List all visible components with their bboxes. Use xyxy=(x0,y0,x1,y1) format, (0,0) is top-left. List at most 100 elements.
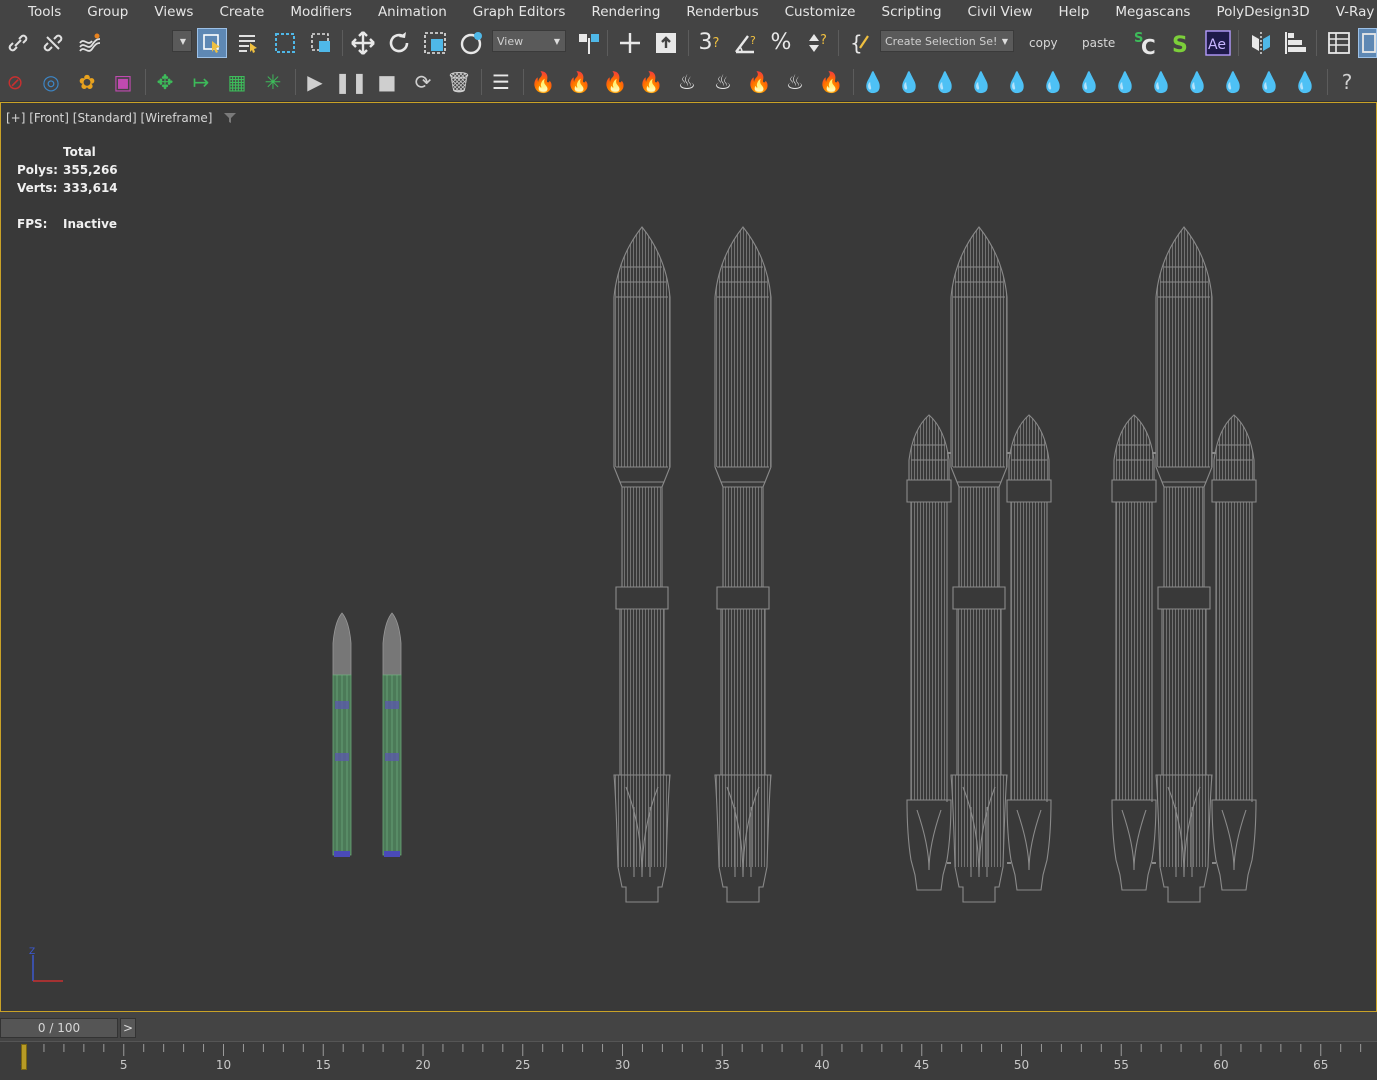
scale-icon[interactable] xyxy=(420,28,450,58)
menu-rendering[interactable]: Rendering xyxy=(578,0,673,24)
candle-preset-icon[interactable]: 🔥 xyxy=(744,67,774,97)
water-drop-icon[interactable]: ◎ xyxy=(36,67,66,97)
script-s-icon[interactable]: S xyxy=(1166,28,1196,58)
explosion-preset-icon[interactable]: 🔥 xyxy=(600,67,630,97)
checker-icon[interactable]: ▦ xyxy=(222,67,252,97)
liquid-preset-1-icon[interactable]: 💧 xyxy=(858,67,888,97)
percent-snap-icon[interactable]: % xyxy=(766,28,796,58)
liquid-preset-2-icon[interactable]: 💧 xyxy=(894,67,924,97)
fire-preset-1-icon[interactable]: 🔥 xyxy=(528,67,558,97)
trackbar-tick-label: 40 xyxy=(814,1058,829,1072)
menu-renderbus[interactable]: Renderbus xyxy=(673,0,771,24)
trackbar[interactable]: 05101520253035404550556065 xyxy=(0,1041,1377,1080)
align-icon[interactable] xyxy=(1282,28,1312,58)
current-frame-marker[interactable] xyxy=(21,1044,27,1070)
menu-scripting[interactable]: Scripting xyxy=(869,0,955,24)
reference-coordinate-dropdown[interactable]: View ▼ xyxy=(492,30,566,52)
fire-preset-2-icon[interactable]: 🔥 xyxy=(564,67,594,97)
list-icon[interactable]: ☰ xyxy=(486,67,516,97)
bind-space-warp-icon[interactable] xyxy=(75,28,105,58)
align-pivot-icon[interactable] xyxy=(651,28,681,58)
falcon9-model-2[interactable] xyxy=(714,226,772,903)
toolbar-separator xyxy=(853,69,854,95)
mirror-icon[interactable] xyxy=(1246,28,1276,58)
move-icon[interactable] xyxy=(348,28,378,58)
help-icon[interactable]: ? xyxy=(1332,67,1362,97)
next-frame-button[interactable]: > xyxy=(120,1018,136,1038)
phoenix-fire-icon[interactable]: ⊘ xyxy=(0,67,30,97)
ocean-preset-icon[interactable]: 💧 xyxy=(1218,67,1248,97)
after-effects-icon[interactable]: Ae xyxy=(1203,28,1233,58)
smoke-preset-icon[interactable]: ♨ xyxy=(672,67,702,97)
layer-icon[interactable] xyxy=(1358,28,1377,58)
window-crossing-icon[interactable] xyxy=(306,28,336,58)
menu-customize[interactable]: Customize xyxy=(772,0,869,24)
unlink-icon[interactable] xyxy=(38,28,68,58)
falcon9-model-1[interactable] xyxy=(613,226,671,903)
small-rocket-2[interactable] xyxy=(382,612,402,858)
beer-preset-icon[interactable]: 💧 xyxy=(930,67,960,97)
spinner-snap-icon[interactable]: ? xyxy=(802,28,832,58)
swirl-preset-icon[interactable]: ♨ xyxy=(780,67,810,97)
tornado-preset-icon[interactable]: ♨ xyxy=(708,67,738,97)
box-icon[interactable]: ▣ xyxy=(108,67,138,97)
trash-icon[interactable]: 🗑 xyxy=(444,67,474,97)
arrow-icon[interactable]: ↦ xyxy=(186,67,216,97)
reset-icon[interactable]: ⟳ xyxy=(408,67,438,97)
select-object-icon[interactable] xyxy=(197,28,227,58)
scripts-c-icon[interactable]: SC xyxy=(1132,28,1162,58)
link-icon[interactable] xyxy=(3,28,33,58)
paste-button[interactable]: paste xyxy=(1082,36,1115,50)
named-selection-icon[interactable]: { xyxy=(846,28,876,58)
trackbar-ruler: 05101520253035404550556065 xyxy=(20,1044,1362,1072)
menu-graph-editors[interactable]: Graph Editors xyxy=(460,0,579,24)
play-icon[interactable]: ▶ xyxy=(300,67,330,97)
particles-icon[interactable]: ✿ xyxy=(72,67,102,97)
falcon-heavy-model-1[interactable] xyxy=(906,226,1052,903)
menu-polydesign3d[interactable]: PolyDesign3D xyxy=(1203,0,1322,24)
menu-v-ray[interactable]: V-Ray xyxy=(1323,0,1377,24)
boat-wake-preset-icon[interactable]: 💧 xyxy=(1290,67,1320,97)
menu-group[interactable]: Group xyxy=(74,0,141,24)
menu-megascans[interactable]: Megascans xyxy=(1102,0,1203,24)
pause-icon[interactable]: ❚❚ xyxy=(334,67,368,97)
splash-preset-icon[interactable]: 💧 xyxy=(1038,67,1068,97)
pool-preset-icon[interactable]: 💧 xyxy=(1182,67,1212,97)
pivot-center-icon[interactable] xyxy=(574,28,604,58)
menu-create[interactable]: Create xyxy=(206,0,277,24)
selection-filter-dropdown[interactable]: ▼ xyxy=(172,30,192,52)
stop-icon[interactable]: ■ xyxy=(372,67,402,97)
fountain-preset-icon[interactable]: 💧 xyxy=(1254,67,1284,97)
blast-preset-icon[interactable]: 🔥 xyxy=(636,67,666,97)
torch-preset-icon[interactable]: 🔥 xyxy=(816,67,846,97)
whirlpool-preset-icon[interactable]: 💧 xyxy=(1110,67,1140,97)
scene-explorer-icon[interactable] xyxy=(1324,28,1354,58)
svg-text:{: { xyxy=(850,31,863,55)
snaps-toggle-icon[interactable]: 3? xyxy=(694,28,724,58)
menu-views[interactable]: Views xyxy=(141,0,206,24)
coffee-preset-icon[interactable]: 💧 xyxy=(966,67,996,97)
menu-animation[interactable]: Animation xyxy=(365,0,460,24)
copy-button[interactable]: copy xyxy=(1029,36,1058,50)
trackbar-tick-label: 60 xyxy=(1213,1058,1228,1072)
rotate-icon[interactable] xyxy=(384,28,414,58)
select-by-name-icon[interactable] xyxy=(233,28,263,58)
falcon-heavy-model-2[interactable] xyxy=(1111,226,1257,903)
menu-help[interactable]: Help xyxy=(1046,0,1103,24)
menu-civil-view[interactable]: Civil View xyxy=(955,0,1046,24)
front-viewport[interactable]: [+] [Front] [Standard] [Wireframe] Total… xyxy=(0,102,1377,1012)
selection-set-dropdown[interactable]: Create Selection Se! ▼ xyxy=(880,30,1014,52)
angle-snap-icon[interactable]: ? xyxy=(730,28,760,58)
time-slider[interactable]: 0 / 100 xyxy=(0,1018,118,1038)
small-rocket-1[interactable] xyxy=(332,612,352,858)
spark-icon[interactable]: ✳ xyxy=(258,67,288,97)
grid-gizmo-icon[interactable]: ✥ xyxy=(150,67,180,97)
cup-preset-icon[interactable]: 💧 xyxy=(1074,67,1104,97)
menu-modifiers[interactable]: Modifiers xyxy=(277,0,365,24)
keyboard-shortcut-icon[interactable] xyxy=(615,28,645,58)
wave-preset-icon[interactable]: 💧 xyxy=(1146,67,1176,97)
pour-preset-icon[interactable]: 💧 xyxy=(1002,67,1032,97)
select-manipulate-icon[interactable] xyxy=(457,28,487,58)
menu-tools[interactable]: Tools xyxy=(0,0,74,24)
rectangular-selection-icon[interactable] xyxy=(270,28,300,58)
